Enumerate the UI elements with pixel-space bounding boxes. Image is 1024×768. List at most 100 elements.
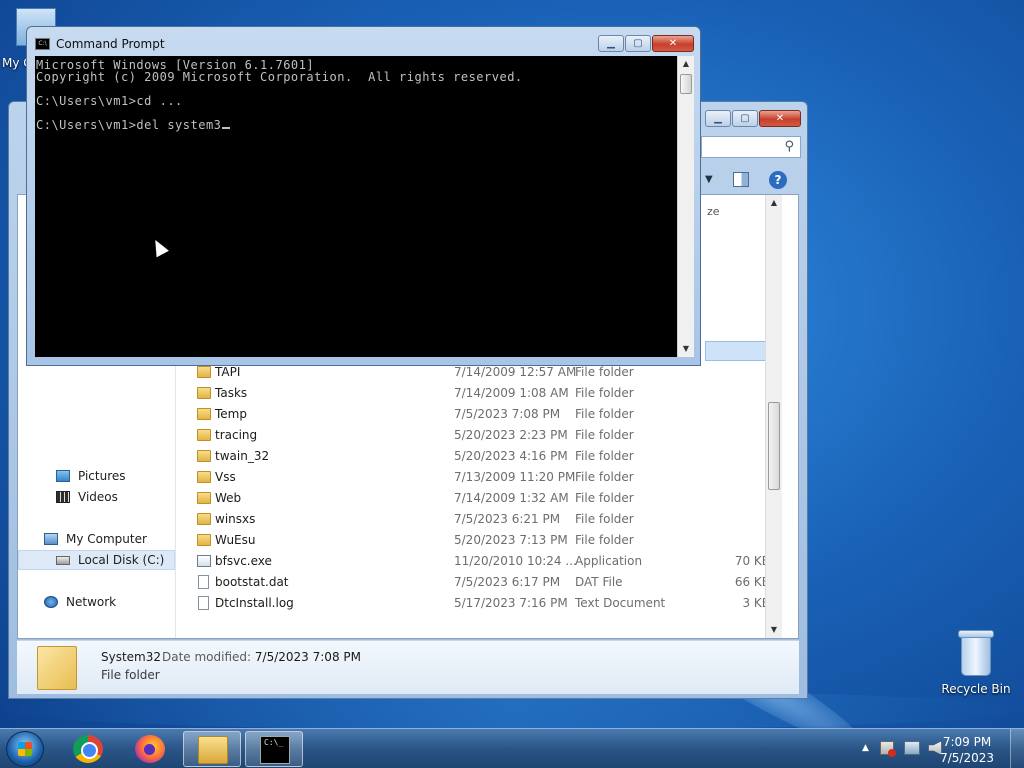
- search-icon[interactable]: ⚲: [784, 139, 794, 154]
- minimize-button[interactable]: ▁: [598, 35, 624, 52]
- pictures-icon: [56, 470, 70, 482]
- show-desktop-button[interactable]: [1010, 729, 1024, 768]
- command-prompt-window-controls: ▁ ▢ ✕: [598, 35, 694, 52]
- nav-item-videos[interactable]: Videos: [18, 487, 175, 507]
- file-name: bootstat.dat: [215, 575, 289, 589]
- details-date-modified-value: 7/5/2023 7:08 PM: [254, 650, 361, 664]
- nav-item-network[interactable]: Network: [18, 592, 175, 612]
- console-input-line[interactable]: C:\Users\vm1>del system3: [36, 118, 231, 132]
- file-name: Temp: [215, 407, 247, 421]
- file-name: WuEsu: [215, 533, 256, 547]
- file-date-modified: 7/14/2009 1:08 AM: [454, 386, 569, 400]
- scrollbar-thumb[interactable]: [680, 74, 692, 94]
- file-row[interactable]: tracing 5/20/2023 2:23 PM File folder: [177, 425, 782, 446]
- recycle-bin-icon: [958, 630, 994, 676]
- file-type: File folder: [575, 470, 634, 484]
- command-prompt-icon: C:\_: [260, 736, 290, 764]
- explorer-close-button[interactable]: ✕: [759, 110, 801, 127]
- nav-item-my-computer[interactable]: My Computer: [18, 529, 175, 549]
- application-icon: [197, 555, 211, 567]
- console-output[interactable]: Microsoft Windows [Version 6.1.7601] Cop…: [35, 56, 677, 357]
- desktop-recycle-bin-label: Recycle Bin: [941, 682, 1011, 696]
- nav-item-videos-label: Videos: [78, 490, 118, 504]
- scrollbar-thumb[interactable]: [768, 402, 780, 490]
- show-hidden-icons-icon[interactable]: ▲: [862, 743, 869, 753]
- file-date-modified: 5/17/2023 7:16 PM: [454, 596, 568, 610]
- file-name: tracing: [215, 428, 258, 442]
- file-date-modified: 11/20/2010 10:24 ...: [454, 554, 577, 568]
- file-date-modified: 7/14/2009 12:57 AM: [454, 365, 577, 379]
- folder-icon: [197, 450, 211, 462]
- network-icon: [44, 596, 58, 608]
- scroll-up-arrow-icon[interactable]: ▲: [678, 56, 694, 72]
- file-date-modified: 7/14/2009 1:32 AM: [454, 491, 569, 505]
- scroll-up-arrow-icon[interactable]: ▲: [766, 195, 782, 211]
- console-scrollbar[interactable]: ▲ ▼: [677, 56, 694, 357]
- file-name: Vss: [215, 470, 236, 484]
- nav-item-local-disk[interactable]: Local Disk (C:): [18, 550, 175, 570]
- file-row[interactable]: Web 7/14/2009 1:32 AM File folder: [177, 488, 782, 509]
- folder-icon: [197, 534, 211, 546]
- start-button[interactable]: [6, 731, 44, 767]
- details-date-modified-label: Date modified:: [162, 650, 252, 664]
- file-row[interactable]: Tasks 7/14/2009 1:08 AM File folder: [177, 383, 782, 404]
- file-type: File folder: [575, 533, 634, 547]
- file-type: File folder: [575, 407, 634, 421]
- column-header-size[interactable]: ze: [707, 205, 720, 218]
- document-icon: [198, 596, 209, 610]
- taskbar-chrome[interactable]: [59, 731, 117, 767]
- network-icon[interactable]: [904, 741, 920, 755]
- file-list-scrollbar[interactable]: ▲ ▼: [765, 195, 782, 638]
- explorer-minimize-button[interactable]: ▁: [705, 110, 731, 127]
- folder-icon: [37, 646, 77, 690]
- console-line: Copyright (c) 2009 Microsoft Corporation…: [36, 70, 523, 84]
- maximize-button[interactable]: ▢: [625, 35, 651, 52]
- action-center-flag-icon[interactable]: [880, 741, 896, 757]
- file-date-modified: 5/20/2023 7:13 PM: [454, 533, 568, 547]
- close-button[interactable]: ✕: [652, 35, 694, 52]
- details-date-modified: Date modified: 7/5/2023 7:08 PM: [162, 650, 361, 664]
- file-type: File folder: [575, 512, 634, 526]
- command-prompt-window[interactable]: C:\ Command Prompt ▁ ▢ ✕ Microsoft Windo…: [26, 26, 701, 366]
- file-row[interactable]: Vss 7/13/2009 11:20 PM File folder: [177, 467, 782, 488]
- scroll-down-arrow-icon[interactable]: ▼: [678, 341, 694, 357]
- details-pane: System32 Date modified: 7/5/2023 7:08 PM…: [17, 640, 799, 694]
- folder-icon: [197, 429, 211, 441]
- file-row[interactable]: Temp 7/5/2023 7:08 PM File folder: [177, 404, 782, 425]
- scroll-down-arrow-icon[interactable]: ▼: [766, 622, 782, 638]
- command-prompt-icon: C:\: [35, 38, 50, 50]
- taskbar-command-prompt[interactable]: C:\_: [245, 731, 303, 767]
- file-row[interactable]: DtcInstall.log 5/17/2023 7:16 PM Text Docu…: [177, 593, 782, 614]
- firefox-icon: [135, 735, 165, 763]
- nav-item-local-disk-label: Local Disk (C:): [78, 553, 165, 567]
- command-prompt-titlebar[interactable]: C:\ Command Prompt: [35, 37, 165, 51]
- file-row[interactable]: twain_32 5/20/2023 4:16 PM File folder: [177, 446, 782, 467]
- help-icon[interactable]: ?: [769, 171, 787, 189]
- folder-icon: [197, 366, 211, 378]
- view-options-dropdown-icon[interactable]: ▼: [705, 174, 713, 185]
- clock-time: 7:09 PM: [942, 735, 992, 749]
- file-date-modified: 7/5/2023 6:17 PM: [454, 575, 561, 589]
- nav-item-pictures-label: Pictures: [78, 469, 126, 483]
- file-name: winsxs: [215, 512, 256, 526]
- file-row[interactable]: bfsvc.exe 11/20/2010 10:24 ... Application…: [177, 551, 782, 572]
- clock-date: 7/5/2023: [940, 751, 994, 765]
- taskbar-explorer[interactable]: [183, 731, 241, 767]
- clock[interactable]: 7:09 PM 7/5/2023: [940, 734, 994, 766]
- file-name: Web: [215, 491, 242, 505]
- preview-pane-icon[interactable]: [733, 172, 749, 187]
- file-type: DAT File: [575, 575, 623, 589]
- file-row[interactable]: winsxs 7/5/2023 6:21 PM File folder: [177, 509, 782, 530]
- explorer-search-input[interactable]: ⚲: [701, 136, 801, 158]
- desktop-recycle-bin[interactable]: Recycle Bin: [940, 630, 1012, 696]
- file-row[interactable]: bootstat.dat 7/5/2023 6:17 PM DAT File 66 K…: [177, 572, 782, 593]
- explorer-maximize-button[interactable]: ▢: [732, 110, 758, 127]
- file-type: File folder: [575, 365, 634, 379]
- nav-item-pictures[interactable]: Pictures: [18, 466, 175, 486]
- folder-icon: [198, 736, 228, 764]
- folder-icon: [197, 492, 211, 504]
- file-row[interactable]: WuEsu 5/20/2023 7:13 PM File folder: [177, 530, 782, 551]
- taskbar-firefox[interactable]: [121, 731, 179, 767]
- folder-icon: [197, 387, 211, 399]
- file-date-modified: 7/5/2023 6:21 PM: [454, 512, 561, 526]
